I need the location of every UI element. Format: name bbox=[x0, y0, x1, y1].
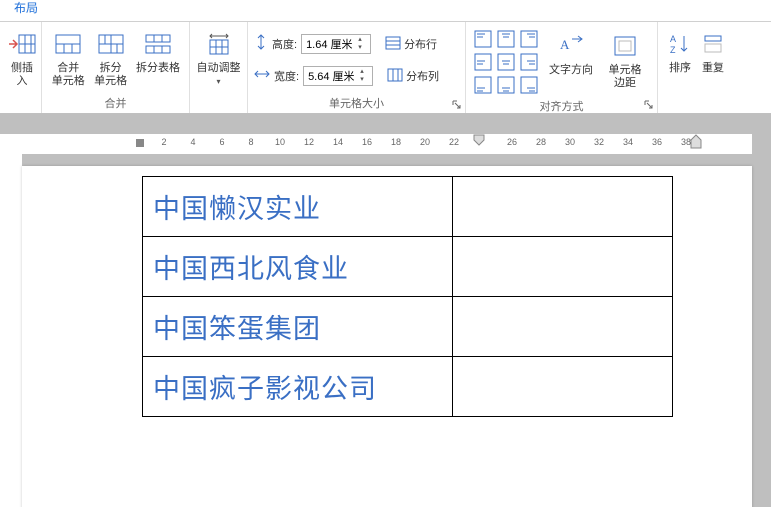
height-label: 高度: bbox=[272, 36, 297, 52]
sort-icon: AZ bbox=[664, 28, 696, 60]
split-table-label: 拆分表格 bbox=[136, 62, 180, 75]
group-cell-size: 高度: 1.64 厘米 ▴▾ 分布行 宽度: 5.64 厘米 bbox=[248, 22, 466, 113]
align-bot-center[interactable] bbox=[495, 74, 517, 96]
sort-label: 排序 bbox=[669, 62, 691, 75]
merge-cells-label: 合并 单元格 bbox=[52, 62, 85, 88]
height-up-icon[interactable]: ▴ bbox=[354, 36, 366, 44]
ribbon: 侧插入 合并 单元格 拆分 单元格 拆分表格 bbox=[0, 22, 771, 114]
split-cells-button[interactable]: 拆分 单元格 bbox=[90, 26, 130, 92]
repeat-icon bbox=[697, 28, 729, 60]
text-direction-label: 文字方向 bbox=[549, 64, 593, 77]
split-table-button[interactable]: 拆分表格 bbox=[133, 26, 183, 92]
cell-size-launcher[interactable] bbox=[451, 99, 463, 111]
align-bot-right[interactable] bbox=[518, 74, 540, 96]
table-cell-empty[interactable] bbox=[453, 177, 673, 237]
alignment-launcher[interactable] bbox=[643, 99, 655, 111]
repeat-label: 重复 bbox=[702, 62, 724, 75]
distribute-cols-button[interactable]: 分布列 bbox=[383, 64, 443, 88]
group-insert-partial: 侧插入 bbox=[0, 22, 42, 113]
text-direction-icon: A bbox=[555, 30, 587, 62]
autofit-icon bbox=[203, 28, 235, 60]
svg-text:Z: Z bbox=[670, 45, 676, 55]
table-row[interactable]: 中国懒汉实业 bbox=[143, 177, 673, 237]
group-data-partial: AZ 排序 重复 bbox=[658, 22, 728, 113]
align-bot-left[interactable] bbox=[472, 74, 494, 96]
svg-text:A: A bbox=[670, 34, 676, 44]
document-area: 24681012141618202226283032343638 中国懒汉实业中… bbox=[0, 114, 771, 507]
group-merge: 合并 单元格 拆分 单元格 拆分表格 合并 bbox=[42, 22, 190, 113]
text-direction-button[interactable]: A 文字方向 bbox=[546, 28, 596, 94]
tab-layout[interactable]: 布局 bbox=[4, 0, 48, 21]
insert-left-label: 侧插入 bbox=[6, 62, 38, 88]
sort-button[interactable]: AZ 排序 bbox=[664, 26, 696, 92]
distribute-rows-button[interactable]: 分布行 bbox=[381, 32, 441, 56]
group-alignment-label: 对齐方式 bbox=[472, 96, 651, 114]
autofit-label: 自动调整▾ bbox=[197, 62, 241, 88]
table-cell-empty[interactable] bbox=[453, 357, 673, 417]
height-down-icon[interactable]: ▾ bbox=[354, 44, 366, 52]
distribute-cols-icon bbox=[387, 68, 403, 85]
table-cell-empty[interactable] bbox=[453, 297, 673, 357]
height-input[interactable]: 1.64 厘米 ▴▾ bbox=[301, 34, 371, 54]
group-autofit: 自动调整▾ bbox=[190, 22, 248, 113]
svg-text:A: A bbox=[560, 37, 570, 52]
align-top-center[interactable] bbox=[495, 28, 517, 50]
width-down-icon[interactable]: ▾ bbox=[356, 76, 368, 84]
cell-margins-icon bbox=[609, 30, 641, 62]
align-top-left[interactable] bbox=[472, 28, 494, 50]
table-row[interactable]: 中国笨蛋集团 bbox=[143, 297, 673, 357]
width-label: 宽度: bbox=[274, 68, 299, 84]
width-input[interactable]: 5.64 厘米 ▴▾ bbox=[303, 66, 373, 86]
table-cell-name[interactable]: 中国西北风食业 bbox=[143, 237, 453, 297]
split-cells-label: 拆分 单元格 bbox=[94, 62, 127, 88]
table-cell-name[interactable]: 中国笨蛋集团 bbox=[143, 297, 453, 357]
align-mid-center[interactable] bbox=[495, 51, 517, 73]
group-alignment: A 文字方向 单元格 边距 对齐方式 bbox=[466, 22, 658, 113]
group-merge-label: 合并 bbox=[48, 93, 183, 111]
horizontal-ruler[interactable]: 24681012141618202226283032343638 bbox=[22, 134, 752, 154]
split-cells-icon bbox=[95, 28, 127, 60]
page[interactable]: 中国懒汉实业中国西北风食业中国笨蛋集团中国疯子影视公司 bbox=[22, 166, 752, 507]
distribute-rows-icon bbox=[385, 36, 401, 53]
autofit-button[interactable]: 自动调整▾ bbox=[196, 26, 241, 92]
cell-margins-button[interactable]: 单元格 边距 bbox=[602, 28, 648, 94]
group-cell-size-label: 单元格大小 bbox=[254, 93, 459, 111]
group-insert-label bbox=[6, 109, 35, 111]
dropdown-arrow-icon: ▾ bbox=[216, 77, 220, 86]
width-up-icon[interactable]: ▴ bbox=[356, 68, 368, 76]
repeat-button[interactable]: 重复 bbox=[698, 26, 728, 92]
tab-bar: 布局 bbox=[0, 0, 771, 22]
align-top-right[interactable] bbox=[518, 28, 540, 50]
merge-cells-icon bbox=[52, 28, 84, 60]
merge-cells-button[interactable]: 合并 单元格 bbox=[48, 26, 88, 92]
insert-left-button[interactable]: 侧插入 bbox=[6, 26, 38, 92]
cell-margins-label: 单元格 边距 bbox=[609, 64, 642, 90]
document-table[interactable]: 中国懒汉实业中国西北风食业中国笨蛋集团中国疯子影视公司 bbox=[142, 176, 673, 417]
height-icon bbox=[254, 34, 268, 55]
table-row[interactable]: 中国疯子影视公司 bbox=[143, 357, 673, 417]
align-mid-left[interactable] bbox=[472, 51, 494, 73]
width-icon bbox=[254, 67, 270, 86]
table-row[interactable]: 中国西北风食业 bbox=[143, 237, 673, 297]
split-table-icon bbox=[142, 28, 174, 60]
table-cell-name[interactable]: 中国懒汉实业 bbox=[143, 177, 453, 237]
table-cell-empty[interactable] bbox=[453, 237, 673, 297]
alignment-grid bbox=[472, 28, 540, 96]
insert-left-icon bbox=[6, 28, 38, 60]
align-mid-right[interactable] bbox=[518, 51, 540, 73]
table-cell-name[interactable]: 中国疯子影视公司 bbox=[143, 357, 453, 417]
